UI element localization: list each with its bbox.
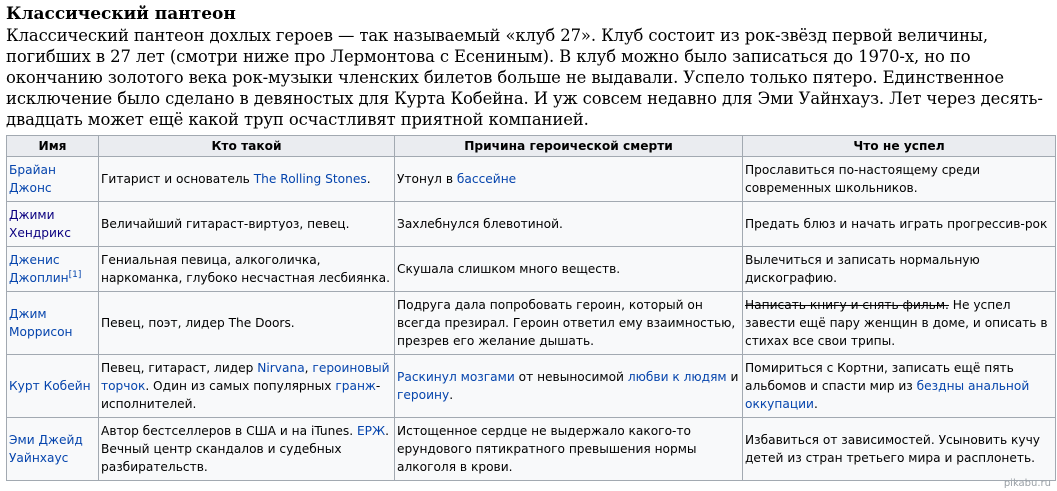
cause-cell: Раскинул мозгами от невыносимой любви к …: [394, 354, 743, 418]
table-row: Дженис Джоплин[1] Гениальная певица, алк…: [6, 246, 1056, 292]
name-cell: Джими Хендрикс: [6, 201, 99, 247]
link-pool[interactable]: бассейне: [457, 172, 516, 186]
intro-paragraph: Классический пантеон дохлых героев — так…: [6, 26, 1043, 129]
text: Автор бестселлеров в США и на iTunes.: [101, 424, 357, 438]
table-header-row: Имя Кто такой Причина героической смерти…: [6, 135, 1056, 157]
missed-cell: Предать блюз и начать играть прогрессив-…: [742, 201, 1056, 247]
text: Утонул в: [397, 172, 457, 186]
header-cause[interactable]: Причина героической смерти: [394, 135, 743, 157]
text: Гитарист и основатель: [101, 172, 254, 186]
table-row: Курт Кобейн Певец, гитараст, лидер Nirva…: [6, 354, 1056, 418]
who-cell: Величайший гитараст-виртуоз, певец.: [98, 201, 395, 247]
text: .: [813, 397, 818, 411]
table-row: Брайан Джонс Гитарист и основатель The R…: [6, 156, 1056, 202]
link-erzh[interactable]: ЕРЖ: [357, 424, 385, 438]
link-love-of-people[interactable]: любви к людям: [628, 370, 727, 384]
name-cell: Джим Моррисон: [6, 291, 99, 355]
name-cell: Эми Джейд Уайнхаус: [6, 417, 99, 481]
name-cell: Дженис Джоплин[1]: [6, 246, 99, 292]
text: и: [726, 370, 739, 384]
strikethrough-text: Написать книгу и снять фильм.: [745, 298, 949, 312]
person-link-kurt-cobain[interactable]: Курт Кобейн: [9, 379, 91, 393]
cause-cell: Захлебнулся блевотиной.: [394, 201, 743, 247]
header-name[interactable]: Имя: [6, 135, 99, 157]
cause-cell: Подруга дала попробовать героин, который…: [394, 291, 743, 355]
who-cell: Певец, гитараст, лидер Nirvana, героинов…: [98, 354, 395, 418]
header-missed[interactable]: Что не успел: [742, 135, 1056, 157]
header-who[interactable]: Кто такой: [98, 135, 395, 157]
person-link-amy-winehouse[interactable]: Эми Джейд Уайнхаус: [9, 433, 83, 465]
cause-cell: Утонул в бассейне: [394, 156, 743, 202]
article: Классический пантеон Классический пантео…: [6, 4, 1056, 481]
link-heroin[interactable]: героину: [397, 388, 449, 402]
who-cell: Певец, поэт, лидер The Doors.: [98, 291, 395, 355]
text: . Один из самых популярных: [145, 379, 336, 393]
table-row: Джим Моррисон Певец, поэт, лидер The Doo…: [6, 291, 1056, 355]
text: .: [449, 388, 454, 402]
table-row: Джими Хендрикс Величайший гитараст-вирту…: [6, 201, 1056, 247]
who-cell: Гениальная певица, алкоголичка, наркоман…: [98, 246, 395, 292]
link-nirvana[interactable]: Nirvana: [257, 361, 304, 375]
who-cell: Автор бестселлеров в США и на iTunes. ЕР…: [98, 417, 395, 481]
missed-cell: Избавиться от зависимостей. Усыновить ку…: [742, 417, 1056, 481]
section-heading: Классический пантеон: [6, 4, 236, 24]
club-27-table: Имя Кто такой Причина героической смерти…: [6, 135, 1056, 481]
table-row: Эми Джейд Уайнхаус Автор бестселлеров в …: [6, 417, 1056, 481]
reference-link[interactable]: [1]: [69, 270, 82, 280]
person-link-janis-joplin[interactable]: Дженис Джоплин: [9, 253, 69, 285]
name-cell: Брайан Джонс: [6, 156, 99, 202]
link-brains[interactable]: Раскинул мозгами: [397, 370, 515, 384]
text: .: [366, 172, 371, 186]
missed-cell: Написать книгу и снять фильм. Не успел з…: [742, 291, 1056, 355]
link-rolling-stones[interactable]: The Rolling Stones: [254, 172, 367, 186]
who-cell: Гитарист и основатель The Rolling Stones…: [98, 156, 395, 202]
person-link-brian-jones[interactable]: Брайан Джонс: [9, 163, 56, 195]
cause-cell: Скушала слишком много веществ.: [394, 246, 743, 292]
missed-cell: Вылечиться и записать нормальную дискогр…: [742, 246, 1056, 292]
link-grunge[interactable]: гранж: [335, 379, 376, 393]
person-link-jim-morrison[interactable]: Джим Моррисон: [9, 307, 73, 339]
text: Певец, гитараст, лидер: [101, 361, 258, 375]
person-link-jimi-hendrix[interactable]: Джими Хендрикс: [9, 208, 71, 240]
watermark: pikabu.ru: [1003, 478, 1051, 489]
cause-cell: Истощенное сердце не выдержало какого-то…: [394, 417, 743, 481]
text: от невыносимой: [514, 370, 628, 384]
missed-cell: Прославиться по-настоящему среди совреме…: [742, 156, 1056, 202]
missed-cell: Помириться с Кортни, записать ещё пять а…: [742, 354, 1056, 418]
name-cell: Курт Кобейн: [6, 354, 99, 418]
